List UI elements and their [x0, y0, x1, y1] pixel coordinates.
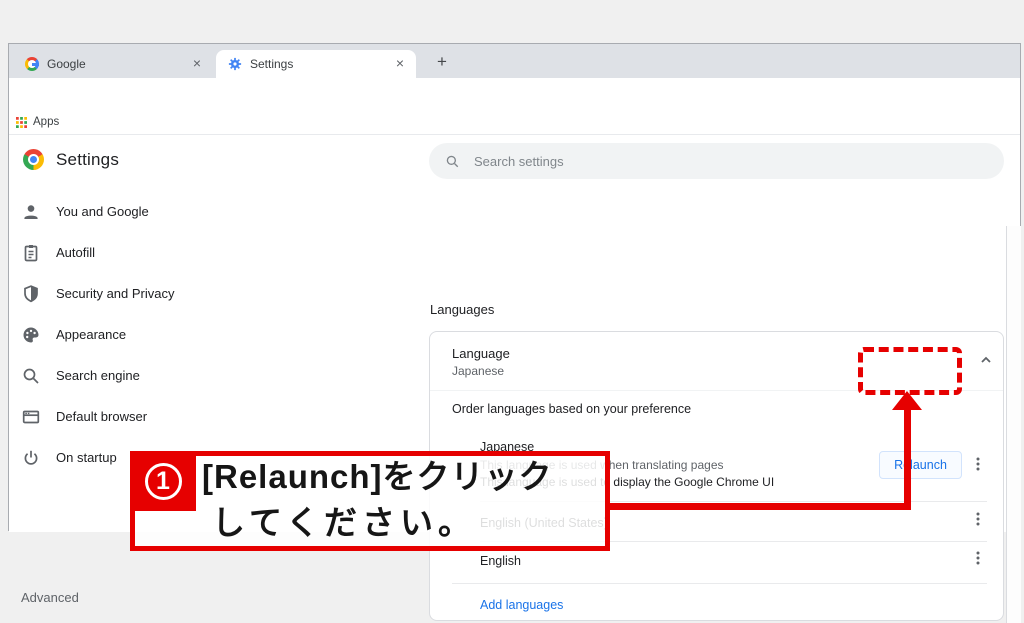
sidebar-item-security-and-privacy[interactable]: Security and Privacy [9, 273, 309, 314]
sidebar-label: Default browser [56, 409, 147, 424]
search-engine-icon [21, 366, 41, 386]
sidebar-item-default-browser[interactable]: Default browser [9, 396, 309, 437]
tab-title: Google [47, 57, 189, 71]
tab-google[interactable]: Google × [13, 50, 213, 78]
divider [452, 583, 987, 584]
browser-window-icon [21, 407, 41, 427]
sidebar-label: Security and Privacy [56, 286, 175, 301]
sidebar-label: Autofill [56, 245, 95, 260]
chrome-logo [23, 149, 44, 170]
language-group-value: Japanese [452, 364, 504, 378]
power-icon [21, 448, 41, 468]
language-group-title: Language [452, 346, 510, 361]
step-number: 1 [145, 463, 182, 500]
search-settings-input[interactable]: Search settings [429, 143, 1004, 179]
annotation-text: [Relaunch]をクリック してください。 [202, 454, 608, 546]
annotation-step-badge: 1 [130, 451, 196, 511]
order-languages-text: Order languages based on your preference [452, 402, 691, 416]
sidebar-item-you-and-google[interactable]: You and Google [9, 191, 309, 232]
sidebar-label: Appearance [56, 327, 126, 342]
google-favicon [25, 57, 39, 71]
bookmarks-bar: Apps [9, 112, 1020, 134]
apps-label[interactable]: Apps [33, 116, 59, 128]
search-placeholder: Search settings [474, 154, 564, 169]
relaunch-button[interactable]: Relaunch [879, 451, 962, 479]
page-title: Settings [56, 150, 119, 170]
language-row-english: English [480, 554, 521, 568]
chevron-up-icon[interactable] [978, 352, 994, 368]
browser-toolbar: ← → Chrome | chrome://settings/languages [9, 78, 1020, 112]
more-menu-icon[interactable] [969, 510, 987, 528]
more-menu-icon[interactable] [969, 549, 987, 567]
autofill-icon [21, 243, 41, 263]
close-icon[interactable]: × [392, 56, 408, 72]
sidebar-item-autofill[interactable]: Autofill [9, 232, 309, 273]
search-icon [445, 154, 460, 169]
palette-icon [21, 325, 41, 345]
tab-settings[interactable]: Settings × [216, 50, 416, 78]
tab-title: Settings [250, 57, 392, 71]
sidebar-label: Search engine [56, 368, 140, 383]
add-languages-button[interactable]: Add languages [480, 598, 563, 612]
annotation-line1: [Relaunch]をクリック [202, 454, 608, 500]
scrollbar[interactable] [1006, 226, 1021, 623]
sidebar-item-search-engine[interactable]: Search engine [9, 355, 309, 396]
languages-section-title: Languages [430, 302, 494, 317]
tab-strip: Google × Settings × + [9, 44, 1020, 78]
more-menu-icon[interactable] [969, 455, 987, 473]
sidebar-label: You and Google [56, 204, 149, 219]
close-icon[interactable]: × [189, 56, 205, 72]
annotation-connector-horizontal [610, 503, 911, 510]
person-icon [21, 202, 41, 222]
new-tab-button[interactable]: + [430, 51, 454, 75]
annotation-highlight-box [858, 347, 962, 395]
shield-icon [21, 284, 41, 304]
gear-icon [228, 57, 242, 71]
sidebar-item-appearance[interactable]: Appearance [9, 314, 309, 355]
sidebar-label: On startup [56, 450, 117, 465]
annotation-line2: してください。 [212, 500, 608, 546]
apps-grid-icon[interactable] [16, 117, 27, 128]
annotation-connector-vertical [904, 407, 911, 508]
sidebar-advanced[interactable]: Advanced [21, 590, 79, 605]
